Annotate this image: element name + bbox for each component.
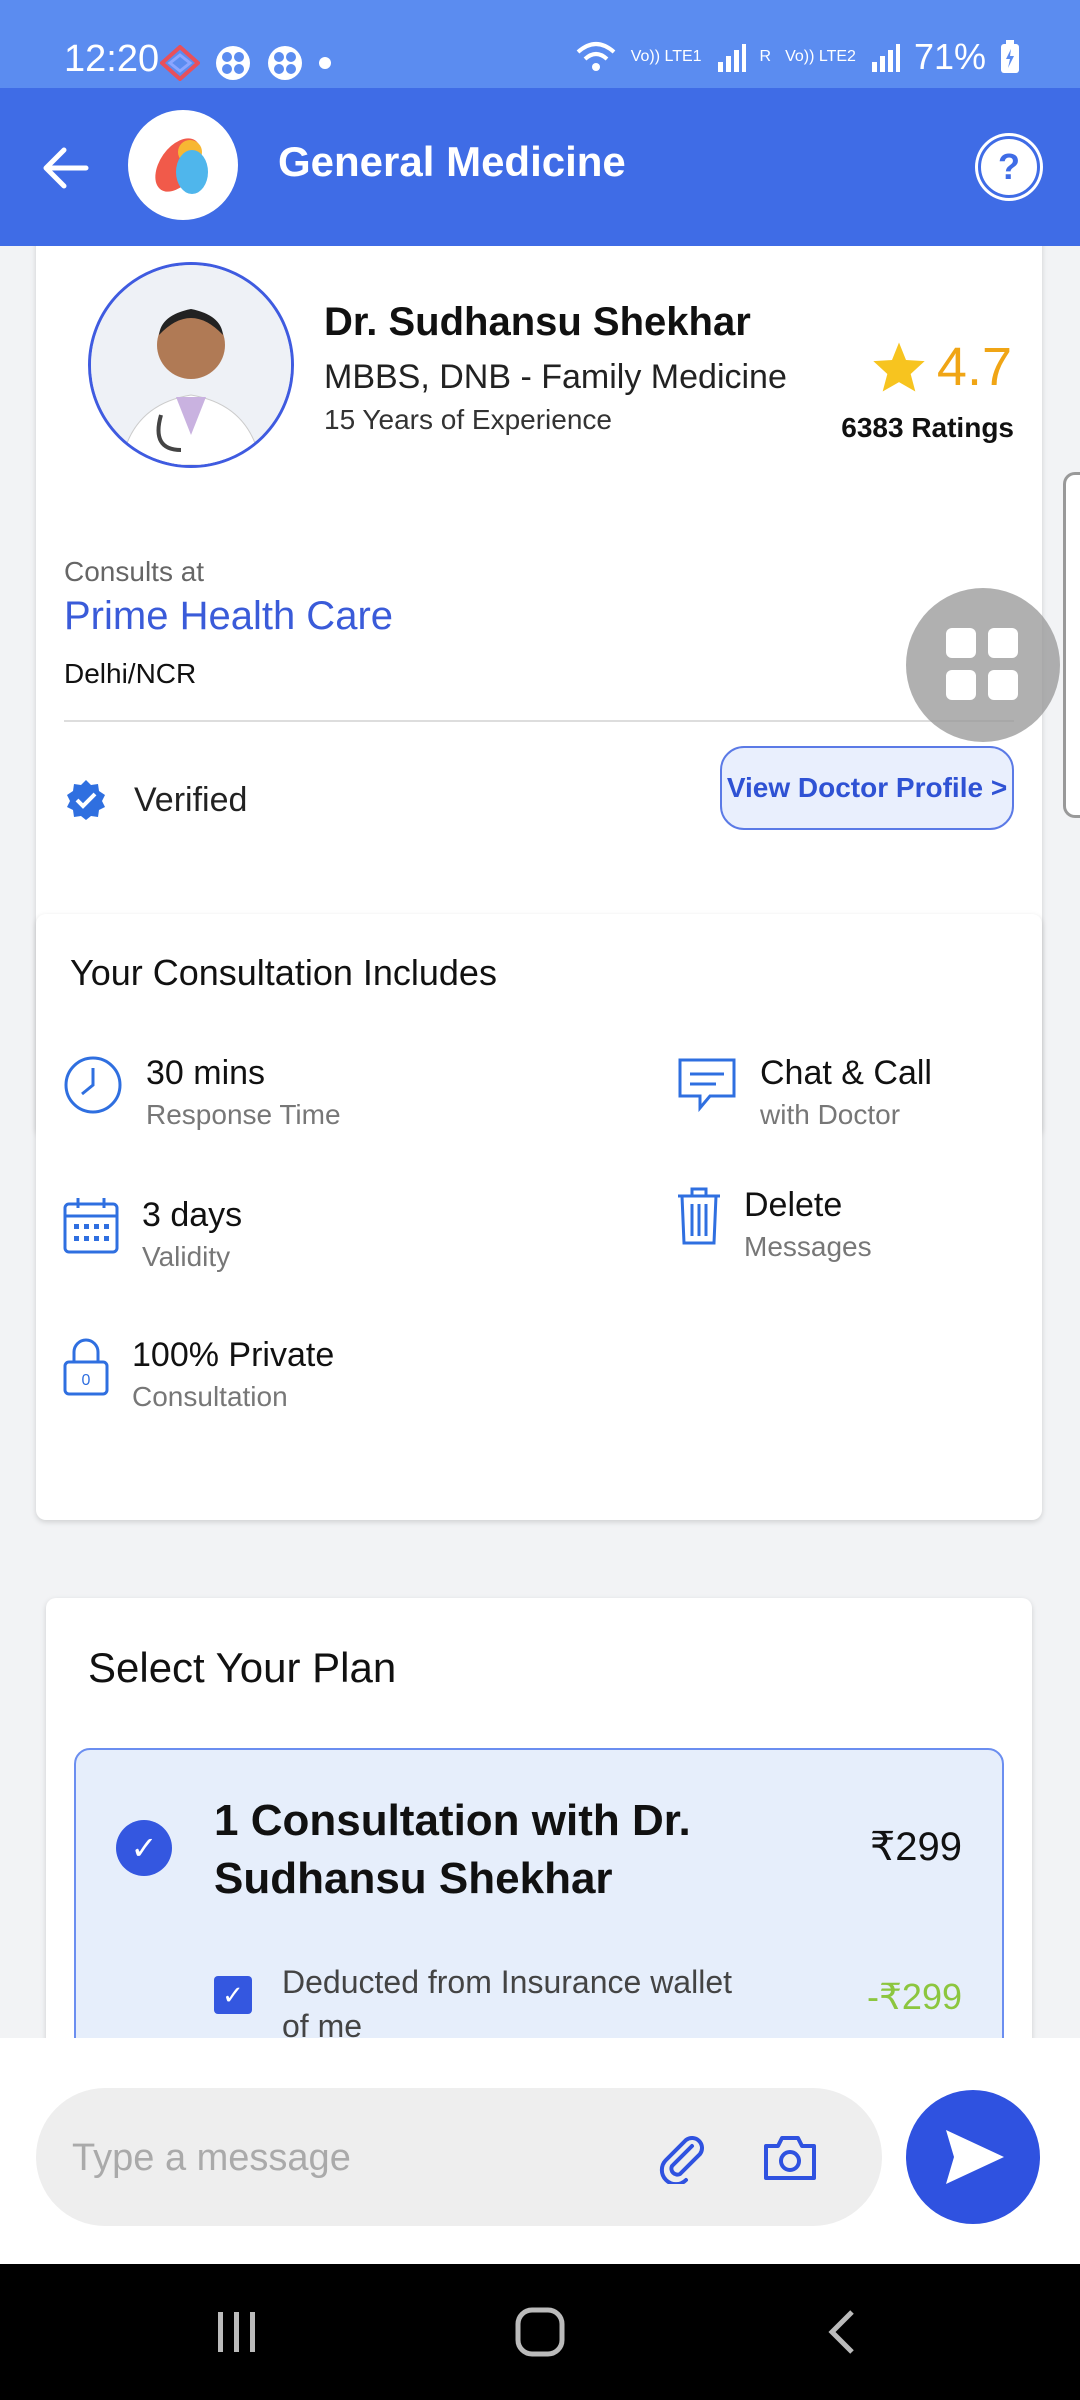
feature-validity: 3 days Validity xyxy=(62,1196,242,1273)
consultation-title: Your Consultation Includes xyxy=(70,952,497,993)
deduction-label: Deducted from Insurance wallet of me xyxy=(282,1964,732,2038)
doctor-degree: MBBS, DNB - Family Medicine xyxy=(324,358,787,396)
feature-title: 3 days xyxy=(142,1196,243,1234)
feature-title: 30 mins xyxy=(146,1054,266,1092)
grid-square xyxy=(946,670,976,700)
send-button[interactable] xyxy=(906,2090,1040,2224)
calendar-icon xyxy=(63,1198,119,1254)
feature-subtitle: with Doctor xyxy=(760,1099,901,1130)
plan-section-title: Select Your Plan xyxy=(88,1644,397,1691)
feature-subtitle: Consultation xyxy=(132,1381,288,1412)
notification-icons xyxy=(160,44,332,82)
back-icon[interactable] xyxy=(822,2304,862,2360)
network-lte2: Vo)) LTE2 xyxy=(785,48,856,65)
verified-icon xyxy=(67,780,105,820)
clover-icon xyxy=(216,46,250,80)
svg-text:0: 0 xyxy=(82,1372,91,1389)
clover-icon xyxy=(268,46,302,80)
clinic-name[interactable]: Prime Health Care xyxy=(64,594,393,639)
back-arrow-icon[interactable] xyxy=(36,138,96,198)
insurance-wallet-checkbox[interactable]: ✓ xyxy=(214,1976,252,2014)
feature-response-time: 30 mins Response Time xyxy=(62,1054,341,1131)
plan-name: 1 Consultation with Dr. Sudhansu Shekhar xyxy=(214,1796,691,1903)
grid-square xyxy=(988,628,1018,658)
plan-selected-check-icon[interactable]: ✓ xyxy=(116,1820,172,1876)
wifi-icon xyxy=(576,42,616,71)
status-bar: 12:20 Vo)) LTE1 R Vo)) LTE2 71% xyxy=(0,0,1080,88)
side-edge-handle[interactable] xyxy=(1063,472,1080,818)
consults-label: Consults at xyxy=(64,556,205,587)
ratings-count: 6383 Ratings xyxy=(841,412,1014,443)
feature-subtitle: Validity xyxy=(142,1241,231,1272)
status-right: Vo)) LTE1 R Vo)) LTE2 71% xyxy=(575,36,1020,78)
feature-title: 100% Private xyxy=(132,1336,335,1374)
doctor-name: Dr. Sudhansu Shekhar xyxy=(324,300,751,344)
app-bar: General Medicine ? xyxy=(0,88,1080,246)
battery-percent: 71% xyxy=(913,36,986,77)
clinic-city: Delhi/NCR xyxy=(64,658,197,689)
content-scroll[interactable]: Dr. Sudhansu Shekhar MBBS, DNB - Family … xyxy=(0,246,1080,2038)
consultation-card: Your Consultation Includes 30 mins Respon… xyxy=(36,914,1042,1520)
divider xyxy=(64,720,1014,722)
signal-icon xyxy=(717,44,746,72)
feature-private: 0 100% Private Consultation xyxy=(62,1336,334,1413)
rating-value: 4.7 xyxy=(936,337,1012,397)
attachment-icon[interactable] xyxy=(656,2132,708,2184)
app-notification-icon xyxy=(160,45,200,81)
feature-title: Delete xyxy=(744,1186,843,1224)
lock-icon: 0 xyxy=(63,1338,109,1396)
feature-chat-call: Chat & Call with Doctor xyxy=(676,1054,932,1131)
deduction-amount: -₹299 xyxy=(867,1976,962,2017)
system-nav-bar xyxy=(0,2264,1080,2400)
network-roaming: R xyxy=(759,48,772,65)
plan-card: Select Your Plan ✓ 1 Consultation with D… xyxy=(46,1598,1032,2038)
plan-price: ₹299 xyxy=(869,1825,962,1869)
floating-grid-button[interactable] xyxy=(906,588,1060,742)
feature-title: Chat & Call xyxy=(760,1054,932,1092)
feature-delete-messages: Delete Messages xyxy=(676,1186,872,1263)
status-time: 12:20 xyxy=(64,38,160,80)
home-icon[interactable] xyxy=(514,2304,566,2360)
dot-icon xyxy=(319,57,331,69)
feature-subtitle: Messages xyxy=(744,1231,872,1262)
page-title: General Medicine xyxy=(278,138,626,185)
message-box xyxy=(36,2088,882,2226)
clock-icon xyxy=(64,1056,122,1114)
grid-square xyxy=(946,628,976,658)
signal-icon xyxy=(871,44,900,72)
rating: 4.7 xyxy=(871,336,1012,398)
feature-subtitle: Response Time xyxy=(146,1099,341,1130)
app-logo xyxy=(128,110,238,220)
star-icon xyxy=(873,342,925,392)
network-lte1: Vo)) LTE1 xyxy=(630,48,702,65)
help-button[interactable]: ? xyxy=(978,136,1040,198)
plan-option[interactable]: ✓ 1 Consultation with Dr. Sudhansu Shekh… xyxy=(74,1748,1004,2038)
verified-label: Verified xyxy=(134,780,248,819)
chat-icon xyxy=(678,1058,736,1113)
battery-icon xyxy=(1001,40,1019,73)
view-doctor-profile-button[interactable]: View Doctor Profile > xyxy=(720,746,1014,830)
camera-icon[interactable] xyxy=(762,2134,818,2182)
trash-icon xyxy=(678,1187,720,1245)
grid-square xyxy=(988,670,1018,700)
verified-badge: Verified xyxy=(64,778,247,822)
doctor-experience: 15 Years of Experience xyxy=(324,404,612,435)
pill-logo-icon xyxy=(155,138,208,194)
message-input[interactable] xyxy=(70,2118,634,2198)
message-bar xyxy=(0,2038,1080,2264)
doctor-avatar xyxy=(88,262,294,468)
send-icon xyxy=(946,2130,1004,2184)
recent-apps-icon[interactable] xyxy=(214,2304,260,2360)
